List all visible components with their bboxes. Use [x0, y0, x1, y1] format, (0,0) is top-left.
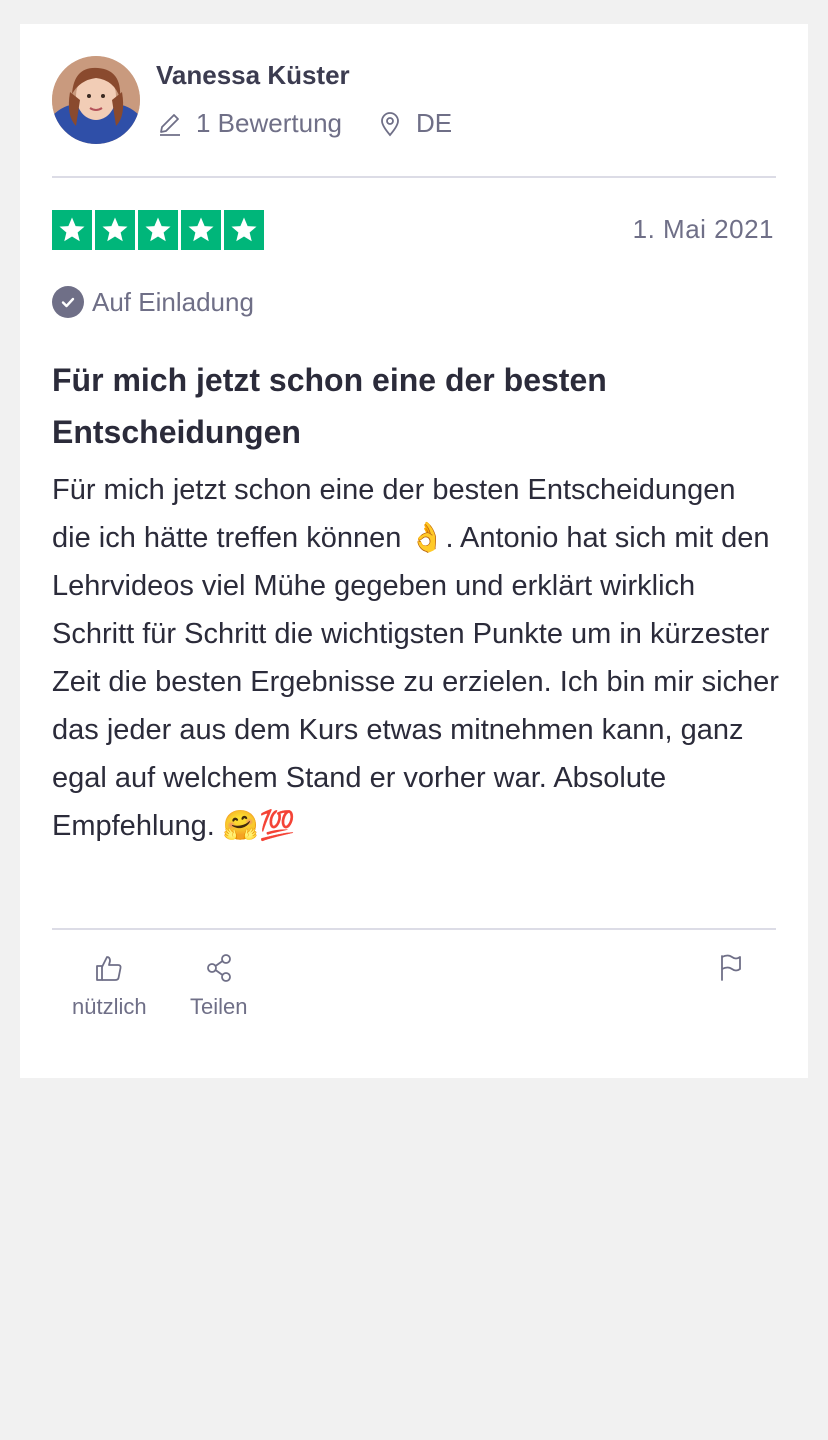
invite-badge[interactable]: Auf Einladung	[52, 286, 254, 318]
reviewer-header: Vanessa Küster 1 Bewertung DE	[52, 56, 776, 176]
review-card: Vanessa Küster 1 Bewertung DE 1. Mai 202…	[20, 24, 808, 1078]
reviewer-country: DE	[376, 108, 452, 139]
star-rating	[52, 210, 264, 250]
review-title[interactable]: Für mich jetzt schon eine der besten Ent…	[52, 354, 752, 458]
country-label: DE	[415, 108, 453, 138]
review-body: Für mich jetzt schon eine der besten Ent…	[52, 474, 779, 842]
invite-label: Auf Einladung	[92, 286, 254, 317]
useful-button[interactable]: nützlich	[72, 952, 147, 1020]
star-icon	[138, 210, 178, 250]
pencil-icon	[160, 113, 180, 136]
reviewer-meta: 1 Bewertung DE	[156, 108, 452, 139]
review-actions: nützlich Teilen	[52, 952, 776, 1052]
thumbs-up-icon	[96, 956, 122, 981]
avatar[interactable]	[52, 56, 140, 144]
location-pin-icon	[381, 111, 399, 136]
share-label: Teilen	[190, 994, 248, 1019]
report-button[interactable]	[714, 952, 746, 994]
star-icon	[181, 210, 221, 250]
flag-icon	[721, 954, 741, 981]
reviewer-name[interactable]: Vanessa Küster	[156, 60, 350, 91]
share-button[interactable]: Teilen	[190, 952, 247, 1020]
footer-divider	[52, 928, 776, 930]
useful-label: nützlich	[72, 994, 147, 1019]
review-date: 1. Mai 2021	[632, 214, 774, 244]
header-divider	[52, 176, 776, 178]
verified-check-icon	[52, 286, 84, 318]
star-icon	[95, 210, 135, 250]
star-icon	[224, 210, 264, 250]
review-count-label: 1 Bewertung	[196, 108, 342, 138]
share-icon	[206, 954, 231, 982]
star-icon	[52, 210, 92, 250]
review-count: 1 Bewertung	[156, 108, 342, 139]
